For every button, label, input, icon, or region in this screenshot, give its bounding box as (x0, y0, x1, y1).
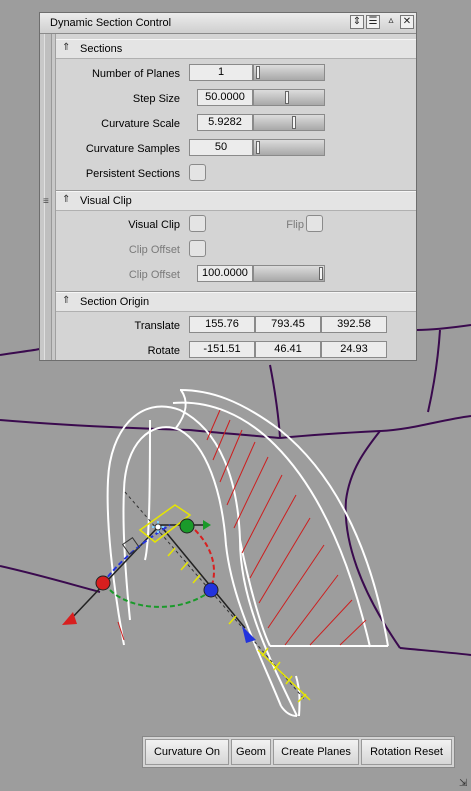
x-rotate-handle[interactable] (95, 575, 111, 591)
curvature-samples-label: Curvature Samples (85, 143, 180, 155)
close-icon[interactable]: ✕ (400, 15, 414, 29)
caret-up-icon[interactable]: ▵ (384, 15, 398, 29)
grip-icon: ≡ (43, 196, 49, 207)
list-icon[interactable]: ☰ (366, 15, 380, 29)
collapse-arrow-icon[interactable]: ⇑ (62, 42, 70, 53)
step-size-field[interactable]: 50.0000 (197, 89, 253, 106)
curvature-scale-slider[interactable] (253, 114, 325, 131)
panel-titlebar[interactable]: Dynamic Section Control ⇕ ☰ ▵ ✕ (40, 13, 416, 34)
collapse-arrow-icon[interactable]: ⇑ (62, 295, 70, 306)
curvature-samples-slider[interactable] (253, 139, 325, 156)
visual-clip-label: Visual Clip (128, 219, 180, 231)
slider-thumb[interactable] (319, 267, 323, 280)
persistent-sections-label: Persistent Sections (85, 168, 180, 180)
curvature-scale-label: Curvature Scale (101, 118, 180, 130)
section-origin-header[interactable]: ⇑ Section Origin (56, 292, 416, 312)
geom-button[interactable]: Geom (231, 739, 271, 765)
translate-label: Translate (134, 320, 180, 332)
clip-offset-check-label: Clip Offset (128, 244, 180, 256)
sections-header-label: Sections (80, 43, 123, 55)
clip-offset-field[interactable]: 100.0000 (197, 265, 253, 282)
number-of-planes-field[interactable]: 1 (189, 64, 253, 81)
slider-thumb[interactable] (285, 91, 289, 104)
translate-x-field[interactable]: 155.76 (189, 316, 255, 333)
slider-thumb[interactable] (292, 116, 296, 129)
y-axis-arrow[interactable] (203, 520, 211, 530)
collapse-icon[interactable]: ⇕ (350, 15, 364, 29)
translate-z-field[interactable]: 392.58 (321, 316, 387, 333)
translate-y-field[interactable]: 793.45 (255, 316, 321, 333)
rotation-reset-button[interactable]: Rotation Reset (361, 739, 452, 765)
collapse-arrow-icon[interactable]: ⇑ (62, 194, 70, 205)
bottom-toolbar: Curvature On Geom Create Planes Rotation… (142, 736, 455, 768)
number-of-planes-label: Number of Planes (91, 68, 180, 80)
clip-offset-slider[interactable] (253, 265, 325, 282)
slider-thumb[interactable] (256, 66, 260, 79)
create-planes-button[interactable]: Create Planes (273, 739, 359, 765)
slider-thumb[interactable] (256, 141, 260, 154)
sections-header[interactable]: ⇑ Sections (56, 39, 416, 59)
dynamic-section-control-panel: Dynamic Section Control ⇕ ☰ ▵ ✕ ≡ ⇑ Sect… (39, 12, 417, 361)
resize-grip-icon[interactable]: ⇲ (459, 778, 470, 789)
section-gizmo[interactable] (62, 491, 311, 703)
persistent-sections-checkbox[interactable] (189, 164, 206, 181)
flip-label: Flip (286, 219, 304, 231)
step-size-slider[interactable] (253, 89, 325, 106)
model-outline (106, 389, 389, 717)
section-origin-header-label: Section Origin (80, 296, 150, 308)
rotate-y-field[interactable]: 46.41 (255, 341, 321, 358)
number-of-planes-slider[interactable] (253, 64, 325, 81)
step-size-label: Step Size (132, 93, 180, 105)
clip-offset-label: Clip Offset (128, 269, 180, 281)
flip-checkbox[interactable] (306, 215, 323, 232)
visual-clip-header[interactable]: ⇑ Visual Clip (56, 191, 416, 211)
rotate-label: Rotate (147, 345, 180, 357)
rotate-x-field[interactable]: -151.51 (189, 341, 255, 358)
panel-title: Dynamic Section Control (50, 17, 172, 29)
y-rotate-handle[interactable] (179, 518, 195, 534)
curvature-scale-field[interactable]: 5.9282 (197, 114, 253, 131)
visual-clip-header-label: Visual Clip (80, 195, 132, 207)
surface-edges (0, 324, 471, 656)
clip-offset-checkbox[interactable] (189, 240, 206, 257)
curvature-on-button[interactable]: Curvature On (145, 739, 229, 765)
rotate-z-field[interactable]: 24.93 (321, 341, 387, 358)
curvature-samples-field[interactable]: 50 (189, 139, 253, 156)
panel-sidebar[interactable]: ≡ (40, 34, 56, 360)
z-rotate-handle[interactable] (203, 582, 219, 598)
